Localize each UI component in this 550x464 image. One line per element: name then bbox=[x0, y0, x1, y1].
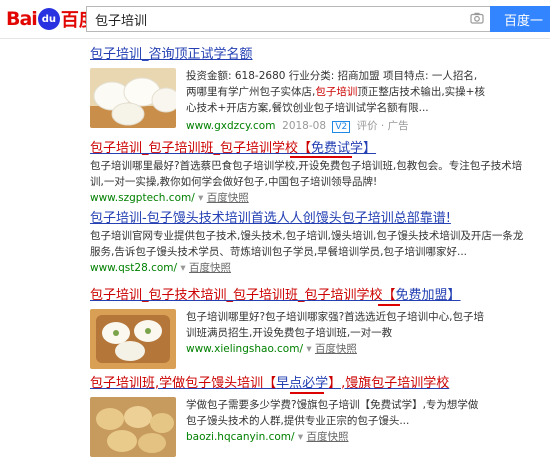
result-url-line: baozi.hqcanyin.com/ ▾ 百度快照 bbox=[186, 429, 486, 445]
search-result: 包子培训-包子馒头技术培训首选人人创馒头包子培训总部靠谱! 包子培训官网专业提供… bbox=[90, 210, 530, 276]
result-title[interactable]: 包子培训_包子技术培训_包子培训班_包子培训学校【免费加盟】 bbox=[90, 287, 530, 305]
snapshot-link[interactable]: 百度快照 bbox=[189, 262, 231, 274]
search-button[interactable]: 百度一 bbox=[490, 6, 550, 32]
result-title[interactable]: 包子培训_咨询顶正试学名额 bbox=[90, 46, 530, 64]
search-box bbox=[86, 6, 490, 32]
result-snippet: 学做包子需要多少学费?馒旗包子培训【免费试学】,专为想学做包子馒头技术的人群,提… bbox=[186, 399, 479, 427]
result-meta: 评价 · 广告 bbox=[356, 120, 409, 132]
chevron-down-icon[interactable]: ▾ bbox=[180, 262, 189, 274]
snapshot-link[interactable]: 百度快照 bbox=[307, 431, 349, 443]
logo-text-bai: Bai bbox=[6, 8, 38, 30]
result-snippet: 包子培训哪里最好?首选蔡巴食包子培训学校,开设免费包子培训班,包教包会。专注包子… bbox=[90, 160, 523, 188]
result-title[interactable]: 包子培训-包子馒头技术培训首选人人创馒头包子培训总部靠谱! bbox=[90, 210, 530, 228]
result-url-line: www.gxdzcy.com 2018-08 V2 评价 · 广告 bbox=[186, 118, 486, 134]
search-result: 包子培训班,学做包子馒头培训【早点必学】,馒旗包子培训学校 学做包子需要多少学费… bbox=[90, 375, 530, 457]
result-snippet: 投资金额: 618-2680 行业分类: 招商加盟 项目特点: 一人招名, 两哪… bbox=[186, 70, 485, 114]
chevron-down-icon[interactable]: ▾ bbox=[198, 192, 207, 204]
buns-in-steamer-image[interactable] bbox=[90, 397, 176, 457]
result-url[interactable]: www.szgptech.com/ bbox=[90, 192, 195, 204]
result-url-line: www.xielingshao.com/ ▾ 百度快照 bbox=[186, 341, 486, 357]
snapshot-link[interactable]: 百度快照 bbox=[207, 192, 249, 204]
result-url-line: www.szgptech.com/ ▾ 百度快照 bbox=[90, 190, 530, 206]
result-url[interactable]: www.qst28.com/ bbox=[90, 262, 177, 274]
result-url[interactable]: www.xielingshao.com/ bbox=[186, 343, 303, 355]
result-snippet: 包子培训哪里好?包子培训哪家强?首选选近包子培训中心,包子培训班满员招生,开设免… bbox=[186, 311, 484, 339]
search-result-ad: 包子培训_咨询顶正试学名额 投资金额: 618-2680 行业分类: 招商加盟 … bbox=[90, 46, 530, 133]
red-underline bbox=[290, 156, 352, 158]
red-underline bbox=[290, 392, 324, 394]
baidu-logo[interactable]: Bai du 百度 bbox=[6, 7, 97, 31]
chevron-down-icon[interactable]: ▾ bbox=[306, 343, 315, 355]
steamed-buns-image[interactable] bbox=[90, 68, 176, 128]
result-url[interactable]: baozi.hqcanyin.com/ bbox=[186, 431, 295, 443]
v2-badge-icon[interactable]: V2 bbox=[332, 121, 351, 133]
search-result: 包子培训_包子培训班_包子培训学校【免费试学】 包子培训哪里最好?首选蔡巴食包子… bbox=[90, 140, 530, 206]
result-url[interactable]: www.gxdzcy.com bbox=[186, 120, 275, 132]
result-date: 2018-08 bbox=[282, 120, 327, 132]
search-result: 包子培训_包子技术培训_包子培训班_包子培训学校【免费加盟】 包子培训哪里好?包… bbox=[90, 287, 530, 369]
dumplings-image[interactable] bbox=[90, 309, 176, 369]
snapshot-link[interactable]: 百度快照 bbox=[315, 343, 357, 355]
top-bar: Bai du 百度 百度一 bbox=[0, 0, 550, 39]
chevron-down-icon[interactable]: ▾ bbox=[298, 431, 307, 443]
result-url-line: www.qst28.com/ ▾ 百度快照 bbox=[90, 260, 530, 276]
camera-icon[interactable] bbox=[470, 12, 484, 24]
red-underline bbox=[378, 304, 400, 306]
paw-icon: du bbox=[37, 8, 60, 30]
search-input[interactable] bbox=[95, 10, 455, 28]
result-snippet: 包子培训官网专业提供包子技术,馒头技术,包子培训,馒头培训,包子馒头技术培训及开… bbox=[90, 230, 524, 258]
result-title[interactable]: 包子培训班,学做包子馒头培训【早点必学】,馒旗包子培训学校 bbox=[90, 375, 530, 393]
